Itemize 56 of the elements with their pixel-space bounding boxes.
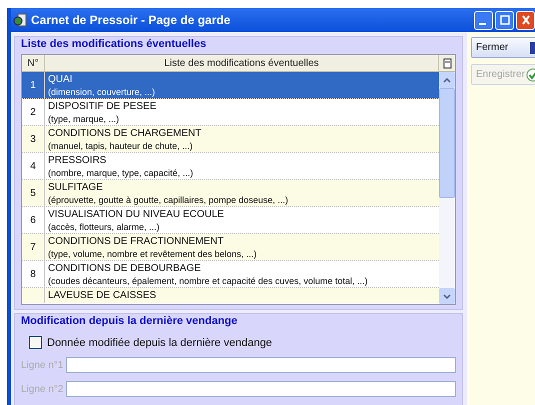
grid-row[interactable]: 5 SULFITAGE (éprouvette, goutte à goutte, capillaires, pompe doseuse, ...) [22,180,439,207]
modification-title: CONDITIONS DE DEBOURBAGE [48,262,202,274]
scroll-thumb[interactable] [439,88,455,198]
checkbox-label: Donnée modifiée depuis la dernière vendange [47,336,272,348]
grid-row[interactable]: 7 CONDITIONS DE FRACTIONNEMENT (type, volume, nombre et revêtement des belons, ...) [22,234,439,261]
row-number: 3 [30,134,36,144]
modification-detail: (accès, flotteurs, alarme, ...) [48,220,161,232]
modification-title: SULFITAGE [48,180,104,194]
vertical-scrollbar[interactable] [439,72,455,304]
modification-title: PRESSOIRS [48,154,108,166]
field-label: Ligne n°1 [21,360,64,370]
group-title: Modification depuis la dernière vendange [21,314,238,328]
modification-title: QUAI [48,72,74,86]
modification-detail: (dimension, couverture, ...) [48,86,156,98]
group-title: Liste des modifications éventuelles [21,37,208,51]
maximize-icon [500,15,510,25]
grid-row[interactable]: 1 QUAI (dimension, couverture, ...) [22,72,439,99]
grid-row[interactable]: 8 CONDITIONS DE DEBOURBAGE (coudes décanteurs, épalement, nombre et capacité des cuves, volume total, ...) [22,261,439,288]
app-icon [13,13,27,27]
modification-detail: (manuel, tapis, hauteur de chute, ...) [48,140,194,152]
row-number: 1 [30,80,36,90]
modification-title: CONDITIONS DE CHARGEMENT [48,126,202,140]
grid-row[interactable]: 4 PRESSOIRS (nombre, marque, type, capacité, ...) [22,153,439,180]
grid-row[interactable]: 3 CONDITIONS DE CHARGEMENT (manuel, tapis, hauteur de chute, ...) [22,126,439,153]
modification-title: CONDITIONS DE FRACTIONNEMENT [48,234,225,248]
scroll-up-button[interactable] [439,72,455,88]
row-number: 2 [30,106,36,118]
window-title: Carnet de Pressoir - Page de garde [31,13,232,27]
modification-title: LAVEUSE DE CAISSES [48,289,158,302]
modification-detail: (type, volume, nombre et revêtement des belons, ...) [48,248,258,260]
modification-detail: (type, marque, ...) [48,112,120,124]
field-label: Ligne n°2 [21,384,64,394]
grid-row[interactable]: LAVEUSE DE CAISSES [22,288,439,303]
maximize-button[interactable] [495,10,514,30]
grid-row[interactable]: 2 DISPOSITIF DE PESEE (type, marque, ...) [22,99,439,126]
row-number: 8 [30,268,36,280]
close-button[interactable] [516,10,535,30]
scroll-down-button[interactable] [439,288,455,304]
modification-detail: (éprouvette, goutte à goutte, capillaires, pompe doseuse, ...) [48,194,290,206]
grid-row[interactable]: 6 VISUALISATION DU NIVEAU ECOULE (accès, flotteurs, alarme, ...) [22,207,439,234]
minimize-icon [478,23,486,25]
row-number: 5 [30,188,36,198]
minimize-button[interactable] [474,10,493,30]
modification-title: DISPOSITIF DE PESEE [48,100,158,112]
document-icon [442,58,452,68]
modification-title: VISUALISATION DU NIVEAU ECOULE [48,208,225,220]
row-number: 4 [30,160,36,172]
modification-detail: (nombre, marque, type, capacité, ...) [48,166,194,178]
checkbox[interactable] [29,336,42,349]
modification-detail: (coudes décanteurs, épalement, nombre et capacité des cuves, volume total, ...) [48,274,369,286]
column-header[interactable]: N° [22,55,45,71]
row-number: 6 [30,214,36,226]
column-header[interactable]: Liste des modifications éventuelles [45,55,439,71]
action-button[interactable]: Fermer [471,37,535,58]
row-number: 7 [30,242,36,252]
close-icon [522,15,530,25]
